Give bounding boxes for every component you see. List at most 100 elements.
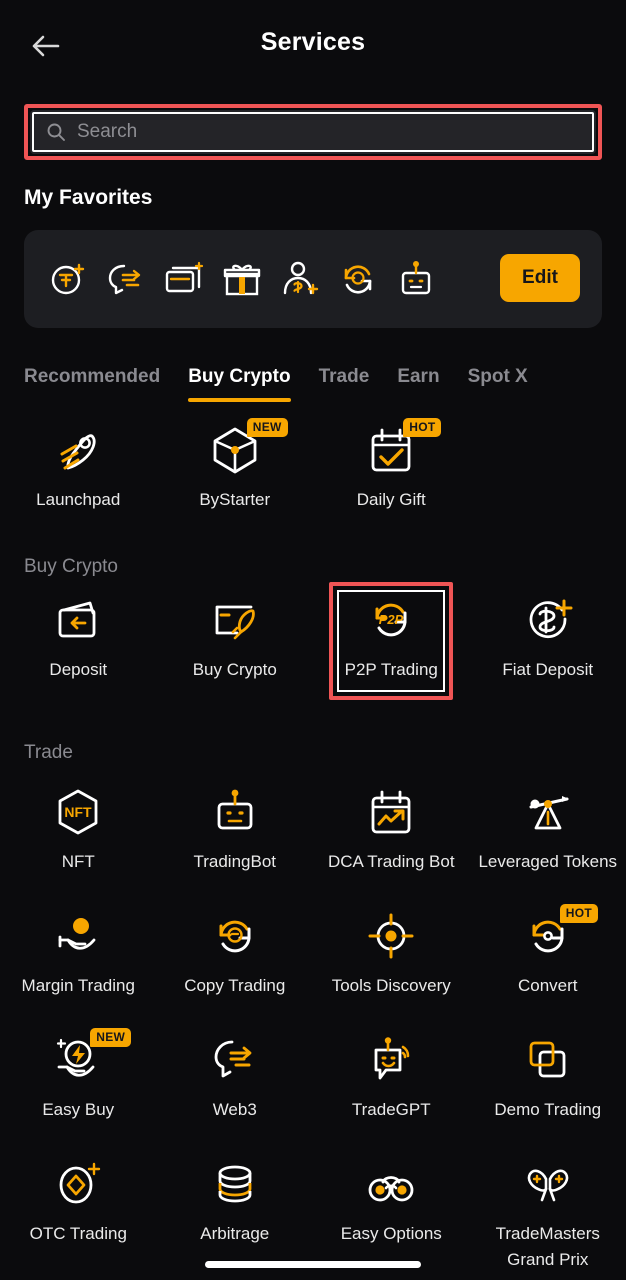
web3-head-icon[interactable] [104, 257, 148, 301]
grid-item-label: Buy Crypto [192, 660, 277, 679]
two-squares-icon [529, 1041, 566, 1078]
grid-item-label: Deposit [49, 660, 108, 679]
grid-item-copy-trading[interactable]: Copy Trading [157, 904, 314, 1022]
target-icon [368, 913, 414, 959]
coin-stack-icon [218, 1165, 252, 1203]
section-title-buy-crypto: Buy Crypto [24, 556, 118, 577]
trading-bot-icon[interactable] [394, 257, 438, 301]
buy-crypto-grid: Deposit Buy Crypto P2P P2P Trading Fiat … [0, 582, 626, 706]
card-rocket-icon [215, 605, 255, 640]
favorites-icon-list [46, 257, 438, 301]
grid-item-label: TradeMasters Grand Prix [495, 1224, 600, 1269]
search-bar[interactable]: Search [24, 104, 602, 160]
grid-item-fiat-deposit[interactable]: Fiat Deposit [470, 588, 626, 706]
icon-wrap [365, 1158, 417, 1210]
grid-item-label: NFT [61, 852, 95, 871]
section-title-trade: Trade [24, 742, 73, 763]
grid-item-tradingbot[interactable]: TradingBot [157, 780, 314, 898]
icon-wrap [365, 786, 417, 838]
grid-item-nft[interactable]: NFT NFT [0, 780, 157, 898]
hand-coin-icon [58, 918, 96, 950]
grid-item-label: Copy Trading [184, 976, 286, 995]
favorites-title: My Favorites [24, 186, 153, 209]
favorites-card: Edit [24, 230, 602, 328]
svg-text:P2P: P2P [379, 612, 404, 627]
tab-earn[interactable]: Earn [397, 366, 439, 402]
grid-item-label: Daily Gift [356, 490, 426, 509]
grid-item-easy-buy[interactable]: NEW Easy Buy [0, 1028, 157, 1146]
edit-favorites-button[interactable]: Edit [500, 254, 580, 302]
grid-item-demo-trading[interactable]: Demo Trading [470, 1028, 626, 1146]
grid-item-launchpad[interactable]: Launchpad [0, 418, 157, 536]
grid-item-label: Convert [517, 976, 578, 995]
icon-wrap [365, 1034, 417, 1086]
grid-item-daily-gift[interactable]: HOT Daily Gift [313, 418, 470, 536]
copy-trading-icon [219, 920, 251, 953]
icon-wrap: HOT [522, 904, 598, 962]
gift-box-icon[interactable] [220, 257, 264, 301]
icon-wrap [209, 786, 261, 838]
grid-item-arbitrage[interactable]: Arbitrage [157, 1152, 314, 1272]
tab-recommended[interactable]: Recommended [24, 366, 160, 402]
grid-item-label: TradeGPT [351, 1100, 431, 1119]
tab-label: Trade [318, 366, 370, 387]
tab-label: Earn [397, 366, 440, 387]
icon-wrap [52, 910, 104, 962]
grid-item-label: DCA Trading Bot [327, 852, 455, 871]
diamond-sparkle-icon [59, 1162, 101, 1204]
icon-wrap: P2P [365, 594, 417, 646]
search-input[interactable]: Search [30, 110, 596, 154]
grid-item-label: Tools Discovery [331, 976, 451, 995]
wallet-arrow-icon [58, 601, 96, 638]
badge-new: NEW [90, 1028, 132, 1047]
grid-item-label: P2P Trading [344, 660, 438, 679]
chat-bot-icon [374, 1037, 410, 1080]
grid-item-tools-discovery[interactable]: Tools Discovery [313, 904, 470, 1022]
tab-label: Spot X [467, 366, 528, 387]
tab-spot-x[interactable]: Spot X [468, 366, 528, 402]
badge-new: NEW [246, 418, 288, 437]
grid-item-label: Launchpad [36, 490, 121, 509]
icon-wrap [522, 786, 574, 838]
grid-item-label: Margin Trading [21, 976, 135, 995]
grid-item-leveraged-tokens[interactable]: Leveraged Tokens [470, 780, 626, 898]
grid-item-deposit[interactable]: Deposit [0, 588, 157, 706]
tab-active-underline [188, 398, 291, 402]
grid-item-trademasters-grand-prix[interactable]: TradeMasters Grand Prix [470, 1152, 626, 1272]
grid-item-p2p-trading[interactable]: P2P P2P Trading [313, 582, 470, 706]
grid-item-tradegpt[interactable]: TradeGPT [313, 1028, 470, 1146]
referral-person-dollar-icon[interactable] [278, 257, 322, 301]
home-indicator [205, 1261, 421, 1268]
coin-sparkle-icon[interactable] [46, 257, 90, 301]
grid-item-margin-trading[interactable]: Margin Trading [0, 904, 157, 1022]
grid-item-label: OTC Trading [29, 1224, 127, 1243]
tab-trade[interactable]: Trade [319, 366, 370, 402]
icon-wrap [52, 594, 104, 646]
grid-item-otc-trading[interactable]: OTC Trading [0, 1152, 157, 1272]
grid-item-buy-crypto[interactable]: Buy Crypto [157, 588, 314, 706]
category-tabs: Recommended Buy Crypto Trade Earn Spot X [0, 366, 626, 402]
grid-item-bystarter[interactable]: NEW ByStarter [157, 418, 314, 536]
card-sparkle-icon[interactable] [162, 257, 206, 301]
grid-item-dca-trading-bot[interactable]: DCA Trading Bot [313, 780, 470, 898]
grid-item-label: Web3 [212, 1100, 257, 1119]
grid-item-easy-options[interactable]: Easy Options [313, 1152, 470, 1272]
grid-item-web3[interactable]: Web3 [157, 1028, 314, 1146]
icon-wrap [52, 424, 104, 476]
icon-wrap: NEW [209, 418, 288, 476]
tab-buy-crypto[interactable]: Buy Crypto [188, 366, 291, 402]
icon-wrap: HOT [365, 418, 442, 476]
grid-item-label: TradingBot [193, 852, 277, 871]
icon-wrap [209, 1158, 261, 1210]
copy-trading-icon[interactable] [336, 257, 380, 301]
grid-item-convert[interactable]: HOT Convert [470, 904, 626, 1022]
icon-wrap [209, 594, 261, 646]
racing-flags-icon [527, 1169, 569, 1202]
grid-item-label: Arbitrage [200, 1224, 270, 1243]
seesaw-icon [529, 796, 569, 830]
icon-wrap: NEW [52, 1028, 132, 1086]
grid-item-label: Demo Trading [494, 1100, 602, 1119]
icon-wrap [365, 910, 417, 962]
badge-hot: HOT [559, 904, 598, 923]
grid-item-label: Easy Buy [42, 1100, 115, 1119]
